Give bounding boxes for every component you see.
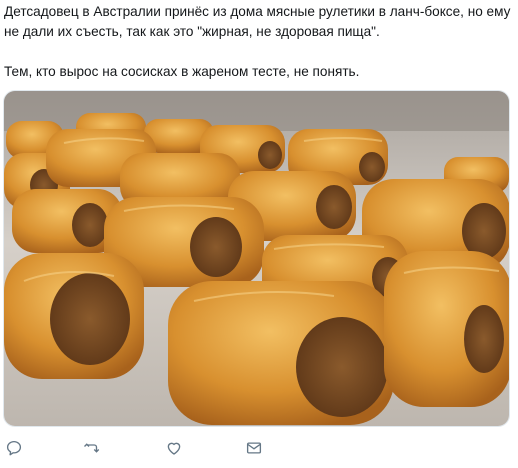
tweet-text: Детсадовец в Австралии принёс из дома мя…	[4, 2, 512, 82]
tweet: Детсадовец в Австралии принёс из дома мя…	[0, 0, 518, 468]
heart-icon	[167, 442, 181, 455]
tweet-actions	[0, 438, 518, 462]
retweet-icon	[84, 443, 100, 453]
sausage-rolls-photo	[4, 91, 509, 426]
retweet-button[interactable]	[82, 438, 102, 458]
reply-icon	[6, 440, 22, 456]
reply-button[interactable]	[4, 438, 24, 458]
envelope-icon	[246, 442, 262, 454]
tweet-photo[interactable]	[3, 90, 510, 427]
tweet-text-line-2: Тем, кто вырос на сосисках в жареном тес…	[4, 64, 360, 79]
message-button[interactable]	[244, 438, 264, 458]
tweet-text-line-1: Детсадовец в Австралии принёс из дома мя…	[4, 4, 511, 39]
like-button[interactable]	[164, 438, 184, 458]
